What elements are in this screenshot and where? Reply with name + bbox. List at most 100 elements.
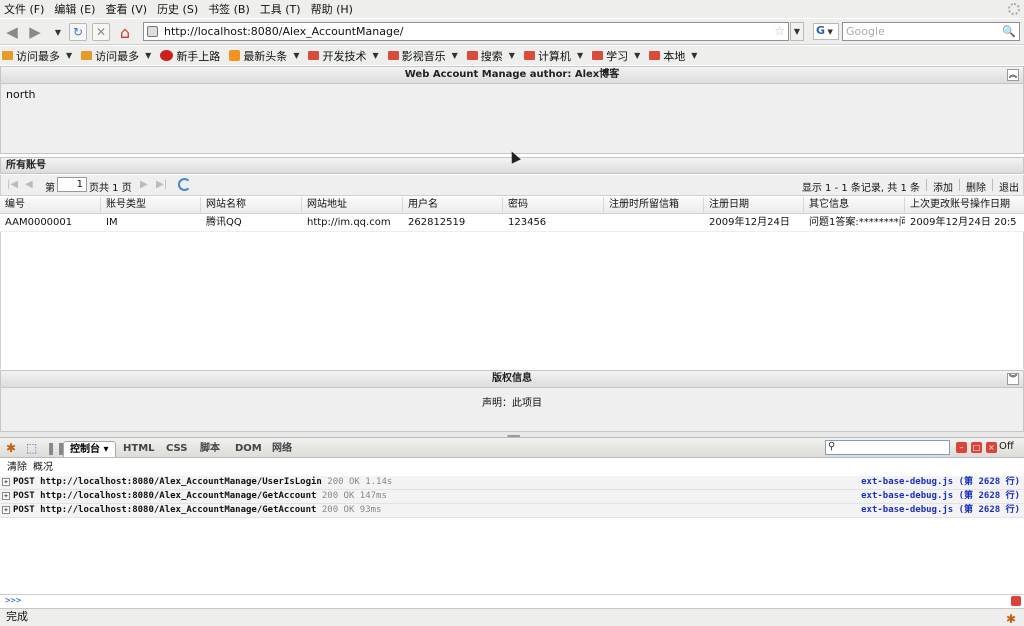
detach-icon[interactable]: □ (971, 442, 982, 453)
history-dropdown-button[interactable]: ▼ (49, 23, 67, 41)
url-dropdown-button[interactable]: ▼ (790, 22, 804, 41)
first-page-icon[interactable]: |◀ (7, 179, 18, 190)
log-source-link[interactable]: ext-base-debug.js (第 2628 行) (861, 504, 1020, 517)
column-header-reg-date[interactable]: 注册日期 (704, 197, 804, 214)
profile-button[interactable]: 概况 (33, 460, 53, 475)
column-header-username[interactable]: 用户名 (403, 197, 503, 214)
add-button[interactable]: 添加 (933, 179, 953, 194)
forward-button[interactable]: ▶ (26, 23, 44, 41)
chevron-down-icon: ▼ (576, 51, 584, 60)
search-engine-button[interactable]: G ▼ (813, 23, 839, 40)
bookmark-most-visited-1[interactable]: 访问最多 ▼ (2, 48, 72, 64)
firebug-search-input[interactable]: ⚲ (825, 440, 950, 455)
expand-icon[interactable]: + (2, 492, 10, 500)
bookmark-latest-headlines[interactable]: 最新头条 ▼ (229, 48, 299, 64)
bookmark-local[interactable]: 本地 ▼ (649, 48, 697, 64)
tab-css[interactable]: CSS (160, 441, 193, 457)
inspect-icon[interactable]: ⬚ (26, 441, 37, 455)
next-page-icon[interactable]: ▶ (140, 179, 148, 190)
rss-icon (229, 50, 241, 61)
tab-net[interactable]: 网络 (266, 441, 298, 457)
column-header-email[interactable]: 注册时所留信箱 (604, 197, 704, 214)
folder-icon (308, 51, 320, 60)
firebug-status-icon[interactable]: ✱ (1006, 611, 1016, 626)
tab-dom[interactable]: DOM (229, 441, 268, 457)
bookmark-study[interactable]: 学习 ▼ (592, 48, 640, 64)
tab-console[interactable]: 控制台 ▾ (63, 441, 116, 457)
console-log-row[interactable]: + POST http://localhost:8080/Alex_Accoun… (0, 490, 1024, 504)
arrow-right-icon: ▶ (29, 23, 41, 41)
search-icon: ⚲ (828, 441, 836, 452)
log-request: POST http://localhost:8080/Alex_AccountM… (13, 505, 317, 515)
firefox-icon (160, 50, 174, 61)
cell-id: AAM0000001 (5, 217, 73, 228)
log-status: 200 OK 147ms (321, 491, 387, 501)
table-row[interactable]: AAM0000001 IM 腾讯QQ http://im.qq.com 2628… (0, 214, 1024, 232)
firebug-bug-icon[interactable]: ✱ (6, 441, 16, 455)
console-log-row[interactable]: + POST http://localhost:8080/Alex_Accoun… (0, 476, 1024, 490)
log-status: 200 OK 93ms (321, 505, 382, 515)
search-input[interactable]: Google 🔍 (842, 22, 1020, 41)
clear-button[interactable]: 清除 (7, 460, 27, 475)
bookmark-label: 本地 (663, 49, 686, 63)
menu-edit[interactable]: 编辑 (E) (54, 1, 95, 17)
grid-empty-area (0, 232, 1024, 369)
bookmark-search[interactable]: 搜索 ▼ (466, 48, 515, 64)
bookmark-media[interactable]: 影视音乐 ▼ (387, 48, 458, 64)
expand-icon[interactable]: + (2, 478, 10, 486)
column-header-id[interactable]: 编号 (0, 197, 101, 214)
stop-button[interactable]: ✕ (92, 23, 110, 41)
log-source-link[interactable]: ext-base-debug.js (第 2628 行) (861, 476, 1020, 489)
chevron-down-icon: ▼ (634, 51, 641, 60)
menu-file[interactable]: 文件 (F) (4, 1, 44, 17)
column-header-last-modified[interactable]: 上次更改账号操作日期 (905, 197, 1024, 214)
home-button[interactable]: ⌂ (116, 23, 134, 42)
search-placeholder: Google (846, 25, 885, 38)
column-header-password[interactable]: 密码 (503, 197, 604, 214)
firebug-off-toggle[interactable]: Off (999, 441, 1014, 452)
column-header-other-info[interactable]: 其它信息 (804, 197, 905, 214)
minimize-icon[interactable]: – (956, 442, 967, 453)
south-panel-header: 版权信息 ︾ (0, 370, 1024, 388)
expand-icon[interactable]: + (2, 506, 10, 514)
separator (959, 179, 960, 191)
bookmarks-toolbar: 访问最多 ▼ 访问最多 ▼ 新手上路 最新头条 ▼ 开发技术 ▼ 影视音乐 ▼ 搜索 ▼ 计… (0, 46, 1024, 65)
chevron-down-icon: ▼ (793, 27, 801, 36)
menu-help[interactable]: 帮助 (H) (311, 1, 353, 17)
log-source-link[interactable]: ext-base-debug.js (第 2628 行) (861, 490, 1020, 503)
tab-script[interactable]: 脚本 (194, 441, 226, 457)
expand-command-icon[interactable] (1011, 596, 1021, 606)
collapse-up-icon[interactable]: ︽ (1007, 69, 1019, 81)
folder-icon (387, 51, 399, 60)
url-bar[interactable]: http://localhost:8080/Alex_AccountManage… (143, 22, 789, 41)
menu-tools[interactable]: 工具 (T) (260, 1, 301, 17)
tab-html[interactable]: HTML (117, 441, 161, 457)
menu-history[interactable]: 历史 (S) (157, 1, 198, 17)
bookmark-dev-tech[interactable]: 开发技术 ▼ (308, 48, 379, 64)
menu-bookmarks[interactable]: 书签 (B) (208, 1, 250, 17)
search-icon[interactable]: 🔍 (1002, 23, 1016, 40)
cell-username: 262812519 (408, 217, 466, 228)
last-page-icon[interactable]: ▶| (156, 179, 167, 190)
back-button[interactable]: ◀ (3, 23, 21, 41)
bookmark-most-visited-2[interactable]: 访问最多 ▼ (81, 48, 151, 64)
bookmark-star-icon[interactable]: ☆ (774, 24, 785, 38)
column-header-site-name[interactable]: 网站名称 (201, 197, 302, 214)
bookmark-getting-started[interactable]: 新手上路 (160, 48, 220, 64)
console-log-row[interactable]: + POST http://localhost:8080/Alex_Accoun… (0, 504, 1024, 518)
prev-page-icon[interactable]: ◀ (25, 179, 33, 190)
console-command-line[interactable]: >>> (0, 594, 1024, 608)
refresh-icon[interactable] (178, 178, 191, 191)
column-header-type[interactable]: 账号类型 (101, 197, 201, 214)
delete-button[interactable]: 删除 (966, 179, 986, 194)
bookmark-computer[interactable]: 计算机 ▼ (523, 48, 584, 64)
close-icon[interactable]: × (986, 442, 997, 453)
menu-view[interactable]: 查看 (V) (105, 1, 147, 17)
collapse-down-icon[interactable]: ︾ (1007, 373, 1019, 385)
close-icon: ✕ (95, 25, 107, 39)
exit-button[interactable]: 退出 (999, 179, 1019, 194)
page-number-input[interactable]: 1 (57, 177, 87, 192)
reload-button[interactable]: ↻ (69, 23, 87, 41)
chevron-down-icon: ▼ (691, 51, 698, 60)
column-header-site-url[interactable]: 网站地址 (302, 197, 403, 214)
